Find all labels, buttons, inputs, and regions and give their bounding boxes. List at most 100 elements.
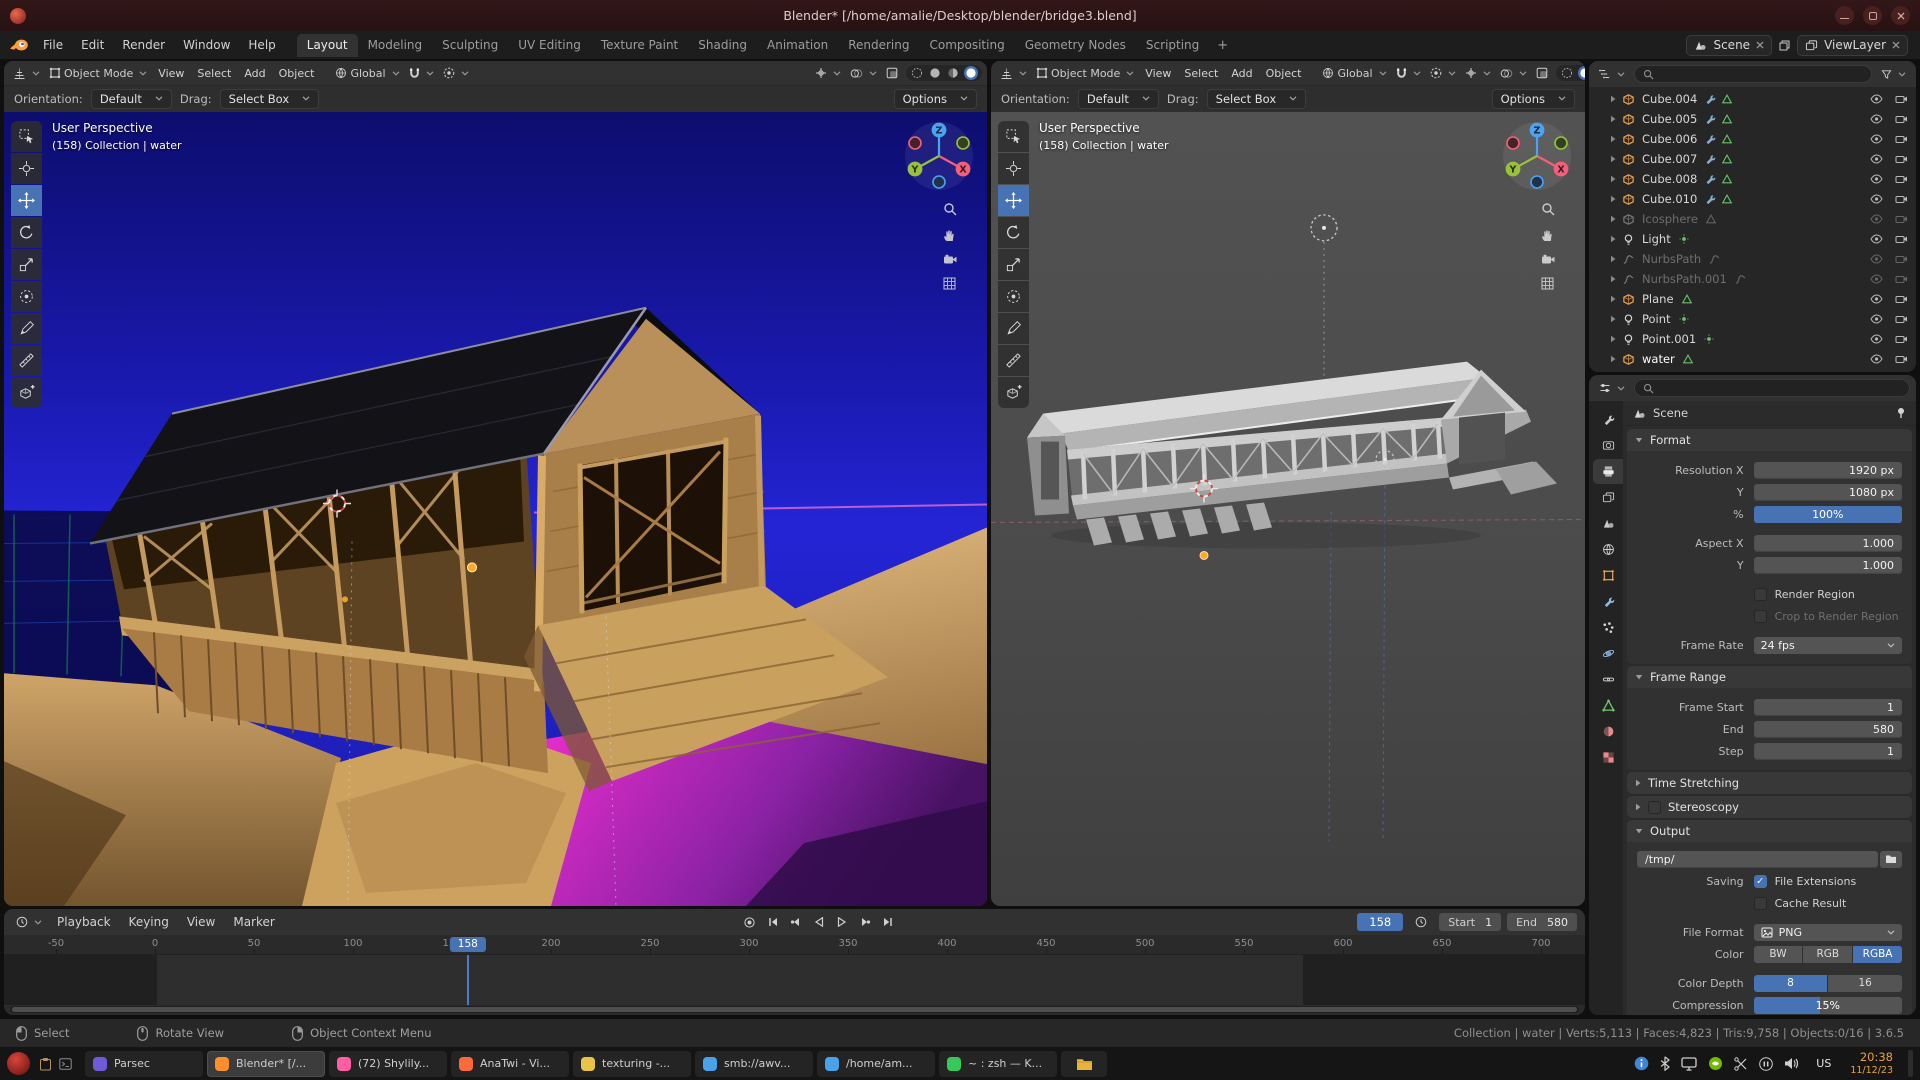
disable-in-render-icon[interactable] — [1895, 214, 1908, 224]
workspace-tab-animation[interactable]: Animation — [757, 34, 838, 57]
workspace-tab-layout[interactable]: Layout — [297, 34, 358, 57]
taskbar-app-files[interactable] — [1061, 1051, 1107, 1077]
proportional-editing-toggle[interactable] — [1426, 65, 1460, 81]
outliner-item-point-001[interactable]: Point.001 — [1589, 329, 1916, 349]
workspace-tab-modeling[interactable]: Modeling — [358, 34, 433, 57]
transform-orientation-dropdown[interactable]: Global — [1318, 65, 1390, 82]
properties-search-input[interactable] — [1634, 379, 1910, 397]
disable-in-render-icon[interactable] — [1895, 354, 1908, 364]
frame-start-field[interactable]: Start1 — [1439, 913, 1501, 931]
panel-header-stereoscopy[interactable]: Stereoscopy — [1627, 796, 1912, 818]
scene-selector[interactable]: Scene — [1686, 35, 1772, 56]
frame-end-field[interactable]: End580 — [1507, 913, 1577, 931]
frame-rate-dropdown[interactable]: 24 fps — [1754, 637, 1902, 654]
shading-wireframe-button[interactable] — [1560, 66, 1574, 80]
remove-viewlayer-icon[interactable] — [1892, 41, 1900, 49]
workspace-tab-geometry-nodes[interactable]: Geometry Nodes — [1015, 34, 1136, 57]
file-extensions-checkbox[interactable]: ✓File Extensions — [1754, 875, 1857, 888]
unlink-scene-icon[interactable] — [1756, 41, 1764, 49]
option-8[interactable]: 8 — [1754, 975, 1828, 992]
show-desktop-button[interactable] — [1908, 1050, 1913, 1077]
timeline-tracks[interactable] — [4, 955, 1585, 1005]
options-dropdown[interactable]: Options — [1492, 89, 1575, 109]
viewport-right-canvas[interactable]: User Perspective (158) Collection | wate… — [991, 112, 1585, 906]
clipboard-icon[interactable] — [39, 1057, 52, 1071]
file-browse-button[interactable] — [1880, 851, 1902, 868]
tray-nvidia-icon[interactable] — [1708, 1056, 1723, 1071]
camera-view-icon[interactable] — [943, 254, 957, 265]
tool-scale-button[interactable] — [11, 249, 42, 280]
editor-type-button[interactable] — [9, 65, 44, 82]
hide-in-viewport-icon[interactable] — [1870, 334, 1883, 344]
orthographic-icon[interactable] — [943, 277, 957, 290]
shading-material-button[interactable] — [946, 66, 960, 80]
pan-icon[interactable] — [1541, 228, 1555, 242]
timeline-menu-keying[interactable]: Keying — [120, 912, 178, 932]
properties-tab-particles[interactable] — [1593, 615, 1623, 640]
viewport-menu-select[interactable]: Select — [191, 65, 237, 82]
outliner-item-point[interactable]: Point — [1589, 309, 1916, 329]
outliner-item-cube-007[interactable]: Cube.007 — [1589, 149, 1916, 169]
y-field[interactable]: 1080 px — [1754, 484, 1902, 501]
checkbox-box[interactable] — [1754, 610, 1767, 623]
outliner-item-water[interactable]: water — [1589, 349, 1916, 369]
minimize-button[interactable] — [1835, 6, 1854, 25]
viewport-menu-object[interactable]: Object — [273, 65, 321, 82]
taskbar-app-home-am[interactable]: /home/am... — [817, 1051, 935, 1077]
stereoscopy-enable-checkbox[interactable] — [1648, 801, 1661, 814]
new-scene-icon[interactable] — [1779, 40, 1790, 51]
disable-in-render-icon[interactable] — [1895, 274, 1908, 284]
properties-editor-type-button[interactable] — [1595, 380, 1629, 396]
previous-keyframe-button[interactable] — [786, 914, 806, 930]
tray-pause-icon[interactable] — [1759, 1057, 1773, 1071]
proportional-editing-toggle[interactable] — [439, 65, 473, 81]
outliner-item-nurbspath-001[interactable]: NurbsPath.001 — [1589, 269, 1916, 289]
properties-tab-texture[interactable] — [1593, 745, 1623, 770]
keyboard-layout[interactable]: US — [1816, 1057, 1831, 1070]
expand-icon[interactable] — [1609, 115, 1617, 123]
hide-in-viewport-icon[interactable] — [1870, 294, 1883, 304]
viewport-menu-select[interactable]: Select — [1178, 65, 1224, 82]
disable-in-render-icon[interactable] — [1895, 134, 1908, 144]
tool-cursor-button[interactable] — [11, 153, 42, 184]
options-dropdown[interactable]: Options — [894, 89, 977, 109]
properties-tab-constraints[interactable] — [1593, 667, 1623, 692]
tool-add-cube-button[interactable] — [11, 377, 42, 408]
disable-in-render-icon[interactable] — [1895, 154, 1908, 164]
properties-tab-world[interactable] — [1593, 537, 1623, 562]
disable-in-render-icon[interactable] — [1895, 114, 1908, 124]
disable-in-render-icon[interactable] — [1895, 194, 1908, 204]
expand-icon[interactable] — [1609, 315, 1617, 323]
object-mode-dropdown[interactable]: Object Mode — [1032, 65, 1138, 82]
taskbar-app-blender[interactable]: Blender* [/... — [207, 1051, 325, 1077]
shading-solid-button[interactable] — [1578, 66, 1585, 80]
properties-tab-output[interactable] — [1593, 459, 1623, 484]
expand-icon[interactable] — [1609, 275, 1617, 283]
jump-to-start-button[interactable] — [763, 914, 783, 930]
step-field[interactable]: 1 — [1754, 743, 1902, 760]
play-reverse-button[interactable] — [809, 914, 829, 930]
crop-to-render-region-checkbox[interactable]: Crop to Render Region — [1754, 610, 1899, 623]
zoom-icon[interactable] — [943, 202, 957, 216]
viewport-menu-view[interactable]: View — [1139, 65, 1177, 82]
tool-scale-button[interactable] — [998, 249, 1029, 280]
workspace-tab-scripting[interactable]: Scripting — [1136, 34, 1209, 57]
timeline-menu-marker[interactable]: Marker — [224, 912, 283, 932]
expand-icon[interactable] — [1609, 175, 1617, 183]
hide-in-viewport-icon[interactable] — [1870, 194, 1883, 204]
tray-volume-icon[interactable] — [1784, 1057, 1799, 1070]
properties-tab-tool[interactable] — [1593, 407, 1623, 432]
shading-wireframe-button[interactable] — [910, 66, 924, 80]
hide-in-viewport-icon[interactable] — [1870, 114, 1883, 124]
y-field[interactable]: 1.000 — [1754, 557, 1902, 574]
tool-cursor-button[interactable] — [998, 153, 1029, 184]
expand-icon[interactable] — [1609, 295, 1617, 303]
hide-in-viewport-icon[interactable] — [1870, 234, 1883, 244]
viewport-left-canvas[interactable]: User Perspective (158) Collection | wate… — [4, 112, 987, 906]
compression-slider[interactable]: 15% — [1754, 997, 1902, 1014]
shading-solid-button[interactable] — [928, 66, 942, 80]
tool-annotate-button[interactable] — [11, 313, 42, 344]
current-frame-badge[interactable]: 158 — [450, 937, 486, 952]
expand-icon[interactable] — [1609, 195, 1617, 203]
render-region-checkbox[interactable]: Render Region — [1754, 588, 1855, 601]
